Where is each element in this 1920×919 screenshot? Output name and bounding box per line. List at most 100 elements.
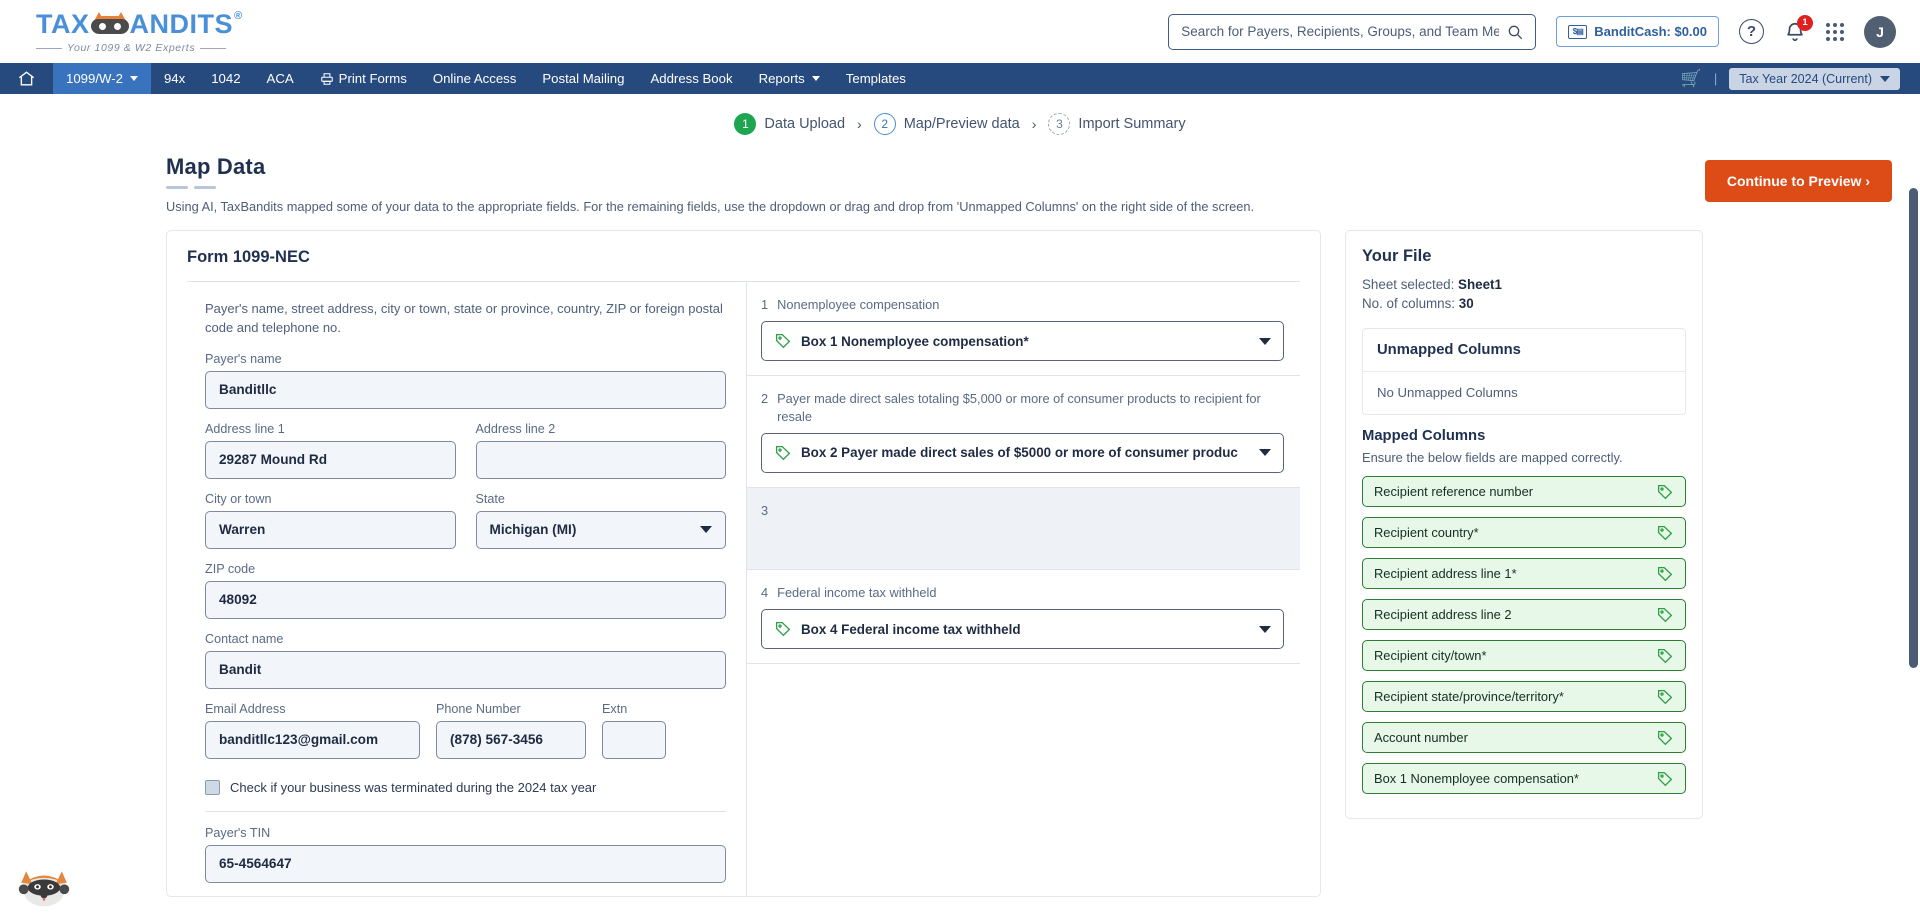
city-input[interactable]: Warren: [205, 510, 456, 549]
payer-note: Payer's name, street address, city or to…: [205, 301, 723, 335]
continue-to-preview-button[interactable]: Continue to Preview ›: [1704, 160, 1892, 202]
field-payer-tin: Payer's TIN 65-4564647: [205, 826, 726, 883]
box-number: 2: [761, 391, 769, 407]
user-avatar[interactable]: J: [1864, 15, 1896, 48]
chat-mascot-icon[interactable]: [18, 863, 70, 909]
chevron-down-icon: [1259, 625, 1271, 633]
label-city: City or town: [205, 491, 272, 506]
nav-item-postal-mailing[interactable]: Postal Mailing: [529, 63, 637, 94]
nav-home-button[interactable]: [0, 63, 53, 94]
mapped-chip[interactable]: Account number: [1362, 722, 1686, 753]
label-address-line-2: Address line 2: [475, 421, 556, 436]
business-terminated-row[interactable]: Check if your business was terminated du…: [205, 772, 726, 812]
mapped-chip[interactable]: Recipient address line 2: [1362, 599, 1686, 630]
mapped-chip[interactable]: Recipient reference number: [1362, 476, 1686, 507]
unmapped-columns-card: Unmapped Columns No Unmapped Columns: [1362, 328, 1686, 415]
tag-icon: [775, 334, 791, 349]
tag-icon: [1657, 484, 1673, 499]
box-3-block: 3: [747, 487, 1300, 570]
mapped-chip[interactable]: Box 1 Nonemployee compensation*: [1362, 763, 1686, 794]
extn-input[interactable]: [602, 720, 666, 759]
email-input[interactable]: banditllc123@gmail.com: [205, 720, 420, 759]
contact-name-input[interactable]: Bandit: [205, 650, 726, 689]
step-label: Import Summary: [1078, 116, 1186, 132]
payer-column: Payer's name, street address, city or to…: [187, 282, 747, 896]
main-content: Form 1099-NEC Payer's name, street addre…: [0, 214, 1920, 897]
mapped-chip[interactable]: Recipient city/town*: [1362, 640, 1686, 671]
nav-item-address-book[interactable]: Address Book: [637, 63, 745, 94]
cart-icon[interactable]: 🛒: [1681, 69, 1702, 89]
page-scrollbar-track[interactable]: [1907, 94, 1920, 919]
mapped-chip[interactable]: Recipient country*: [1362, 517, 1686, 548]
state-select[interactable]: Michigan (MI): [475, 510, 726, 549]
mapped-chip-label: Recipient address line 2: [1374, 607, 1512, 622]
search-icon[interactable]: [1507, 24, 1523, 40]
logo-wordmark: TAX ANDITS ®: [36, 9, 242, 40]
nav-item-aca[interactable]: ACA: [254, 63, 307, 94]
apps-grid-button[interactable]: [1826, 22, 1844, 41]
tax-year-label: Tax Year 2024 (Current): [1739, 71, 1872, 86]
field-zip: ZIP code 48092: [205, 562, 726, 619]
wallet-icon: $▤: [1568, 24, 1588, 39]
nav-label: 1099/W-2: [66, 71, 123, 86]
global-search[interactable]: [1168, 13, 1537, 50]
progress-stepper: 1 Data Upload › 2 Map/Preview data › 3 I…: [0, 94, 1920, 148]
nav-item-94x[interactable]: 94x: [151, 63, 198, 94]
box-4-select[interactable]: Box 4 Federal income tax withheld: [761, 609, 1284, 650]
box-1-select[interactable]: Box 1 Nonemployee compensation*: [761, 321, 1284, 362]
box-2-select[interactable]: Box 2 Payer made direct sales of $5000 o…: [761, 432, 1284, 473]
field-contact-name: Contact name Bandit: [205, 632, 726, 689]
field-email: Email Address banditllc123@gmail.com: [205, 702, 420, 759]
nav-item-reports[interactable]: Reports: [746, 63, 833, 94]
search-input[interactable]: [1181, 24, 1500, 39]
address-line-2-input[interactable]: [475, 440, 726, 479]
unmapped-columns-header: Unmapped Columns: [1363, 329, 1685, 372]
business-terminated-checkbox[interactable]: [205, 779, 220, 795]
label-state: State: [475, 491, 505, 506]
logo-text-andits: ANDITS: [129, 9, 233, 39]
nav-item-1042[interactable]: 1042: [198, 63, 253, 94]
notification-badge: 1: [1797, 14, 1813, 31]
nav-label: Print Forms: [338, 71, 407, 86]
box-mapping-column: 1 Nonemployee compensation Box 1 Nonempl…: [747, 282, 1300, 896]
logo-tagline: Your 1099 & W2 Experts: [36, 42, 242, 54]
mapped-chip[interactable]: Recipient state/province/territory*: [1362, 681, 1686, 712]
step-number: 2: [873, 113, 896, 135]
payer-name-input[interactable]: Banditllc: [205, 370, 726, 409]
your-file-title: Your File: [1362, 247, 1432, 265]
box-1-select-value: Box 1 Nonemployee compensation*: [801, 333, 1029, 349]
tag-icon: [1657, 771, 1673, 786]
chevron-down-icon: [811, 76, 820, 81]
step-number: 1: [734, 113, 757, 135]
help-button[interactable]: ?: [1739, 19, 1764, 44]
phone-input[interactable]: (878) 567-3456: [436, 720, 586, 759]
label-payer-name: Payer's name: [205, 351, 282, 366]
nav-item-online-access[interactable]: Online Access: [420, 63, 530, 94]
step-data-upload[interactable]: 1 Data Upload: [734, 113, 845, 135]
banditcash-button[interactable]: $▤ BanditCash: $0.00: [1556, 16, 1719, 47]
logo-text-tax: TAX: [36, 9, 90, 39]
question-mark-icon[interactable]: ?: [1739, 19, 1764, 44]
page-scrollbar-thumb[interactable]: [1909, 188, 1918, 668]
step-map-preview-data[interactable]: 2 Map/Preview data: [873, 113, 1020, 135]
nav-divider: |: [1713, 71, 1718, 86]
nav-item-print-forms[interactable]: Print Forms: [307, 63, 420, 94]
home-icon[interactable]: [17, 69, 36, 88]
taxbandits-logo[interactable]: TAX ANDITS ® Your 1099 & W2 Experts: [36, 9, 242, 54]
address-line-1-input[interactable]: 29287 Mound Rd: [205, 440, 456, 479]
mapped-chip[interactable]: Recipient address line 1*: [1362, 558, 1686, 589]
columns-count-line: No. of columns: 30: [1362, 296, 1686, 311]
notifications-button[interactable]: 1: [1784, 14, 1813, 44]
box-4-select-value: Box 4 Federal income tax withheld: [801, 621, 1021, 637]
step-import-summary[interactable]: 3 Import Summary: [1048, 113, 1186, 135]
tag-icon: [1657, 566, 1673, 581]
grid-dots-icon[interactable]: [1826, 22, 1844, 41]
payer-tin-input[interactable]: 65-4564647: [205, 844, 726, 883]
mapped-chip-label: Recipient reference number: [1374, 484, 1534, 499]
nav-item-1099-w2[interactable]: 1099/W-2: [53, 63, 151, 94]
tax-year-selector[interactable]: Tax Year 2024 (Current): [1729, 67, 1900, 90]
zip-input[interactable]: 48092: [205, 580, 726, 619]
box-4-label: 4 Federal income tax withheld: [761, 584, 1284, 601]
nav-item-templates[interactable]: Templates: [833, 63, 919, 94]
city-state-row: City or town Warren State Michigan (MI): [205, 492, 726, 562]
